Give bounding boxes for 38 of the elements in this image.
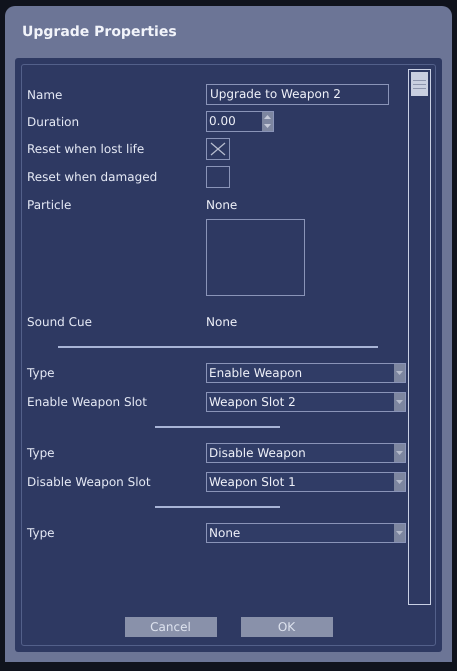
field-label: Duration [27, 114, 80, 130]
scrollbar[interactable] [408, 69, 431, 605]
dropdown-value: Disable Weapon [208, 444, 307, 462]
asset-value[interactable]: None [206, 196, 238, 214]
field-label: Disable Weapon Slot [27, 474, 152, 490]
checkbox[interactable] [206, 138, 230, 160]
field-label: Particle [27, 197, 72, 214]
field-label: Reset when damaged [27, 169, 158, 186]
dropdown[interactable]: Weapon Slot 1 [206, 472, 406, 492]
dropdown[interactable]: Weapon Slot 2 [206, 392, 406, 412]
scrollbar-thumb[interactable] [411, 72, 428, 96]
number-value: 0.00 [208, 113, 237, 130]
caret-icon [394, 524, 405, 542]
dropdown[interactable]: Disable Weapon [206, 442, 406, 462]
dropdown[interactable]: Enable Weapon [206, 362, 406, 382]
asset-value[interactable]: None [206, 313, 238, 331]
field-label: Type [27, 444, 56, 462]
caret-icon [394, 364, 405, 382]
name-field[interactable]: Upgrade to Weapon 2 [206, 84, 389, 105]
field-label: Enable Weapon Slot [27, 394, 148, 410]
window-title: Upgrade Properties [22, 22, 177, 42]
caret-icon [394, 392, 405, 410]
caret-icon [394, 444, 405, 462]
spinner-arrows-icon [262, 112, 273, 131]
dropdown-value: Weapon Slot 2 [208, 394, 297, 410]
checkbox[interactable] [206, 166, 230, 188]
dropdown[interactable]: None [206, 522, 406, 542]
field-label: Type [27, 524, 56, 542]
field-label: Type [27, 364, 56, 382]
dropdown-value: Weapon Slot 1 [208, 474, 297, 490]
dropdown-value: None [208, 524, 242, 542]
dropdown-value: Enable Weapon [208, 364, 304, 382]
cross-icon [210, 142, 226, 156]
caret-icon [394, 472, 405, 490]
field-label: Reset when lost life [27, 141, 146, 158]
number-field[interactable]: 0.00 [206, 111, 274, 132]
field-label: Sound Cue [27, 314, 93, 331]
field-label: Name [27, 86, 64, 104]
